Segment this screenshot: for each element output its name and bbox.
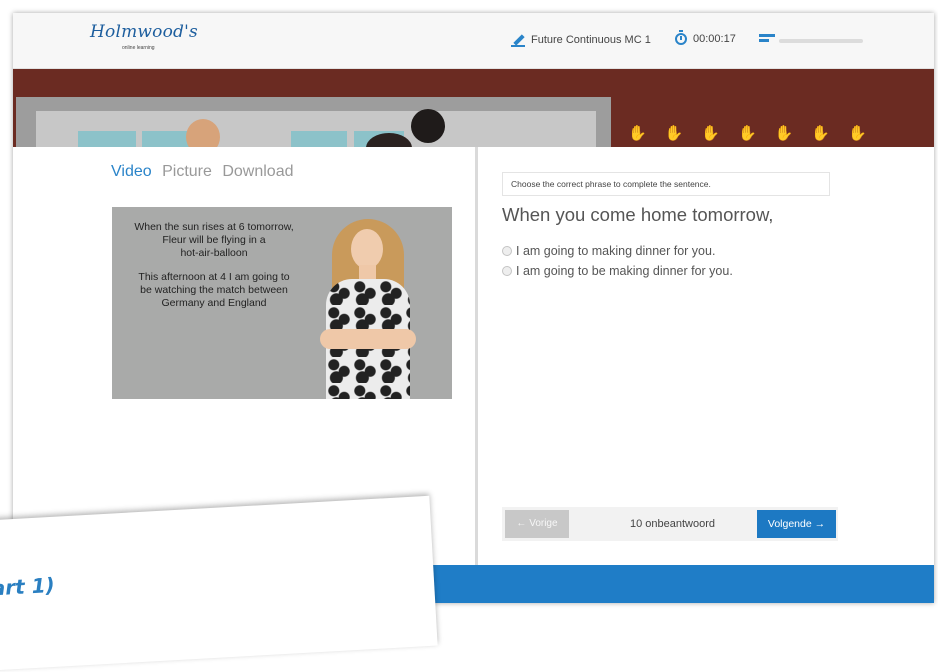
timer-value: 00:00:17 — [693, 33, 736, 45]
logo-subtext: online learning — [122, 45, 155, 51]
instruction-text: Choose the correct phrase to complete th… — [502, 172, 830, 196]
tab-video[interactable]: Video — [111, 163, 152, 180]
progress-bar — [779, 39, 863, 43]
exercise-title-area: Future Continuous MC 1 — [511, 33, 651, 47]
answer-option-2[interactable]: I am going to be making dinner for you. — [502, 264, 733, 278]
exercise-title: Future Continuous MC 1 — [531, 34, 651, 46]
logo[interactable]: Holmwood's online learning — [90, 22, 198, 51]
question-navigation: ← Vorige 10 onbeantwoord Volgende → — [502, 507, 838, 541]
answer-option-label: I am going to be making dinner for you. — [516, 264, 733, 278]
next-button[interactable]: Volgende → — [757, 510, 836, 538]
top-header: Holmwood's online learning Future Contin… — [13, 13, 934, 69]
video-caption: When the sun rises at 6 tomorrow, Fleur … — [118, 221, 310, 321]
video-caption-line-2: This afternoon at 4 I am going to be wat… — [138, 271, 290, 309]
previous-button[interactable]: ← Vorige — [505, 510, 569, 538]
overlay-document-page: art 1) — [0, 495, 438, 672]
answer-option-1[interactable]: I am going to making dinner for you. — [502, 244, 733, 258]
radio-button[interactable] — [502, 246, 512, 256]
question-panel: Choose the correct phrase to complete th… — [478, 147, 934, 603]
stopwatch-icon — [675, 30, 687, 45]
tab-download[interactable]: Download — [222, 163, 293, 180]
unanswered-count: 10 onbeantwoord — [630, 518, 716, 530]
progress-icon — [759, 34, 775, 46]
timer-area: 00:00:17 — [675, 30, 736, 45]
banner-image: ✋✋✋✋✋✋✋ — [13, 69, 934, 147]
media-tabs: Video Picture Download — [111, 163, 300, 181]
logo-text: Holmwood's — [90, 22, 198, 42]
answer-option-label: I am going to making dinner for you. — [516, 244, 716, 258]
overlay-document-heading: art 1) — [0, 572, 56, 601]
presenter-figure — [316, 217, 420, 399]
question-prompt: When you come home tomorrow, — [502, 204, 774, 225]
video-player[interactable]: When the sun rises at 6 tomorrow, Fleur … — [112, 207, 452, 399]
radio-button[interactable] — [502, 266, 512, 276]
video-caption-line-1: When the sun rises at 6 tomorrow, Fleur … — [134, 221, 294, 259]
pencil-icon — [511, 33, 525, 47]
tab-picture[interactable]: Picture — [162, 163, 212, 180]
answer-options: I am going to making dinner for you. I a… — [502, 244, 733, 284]
